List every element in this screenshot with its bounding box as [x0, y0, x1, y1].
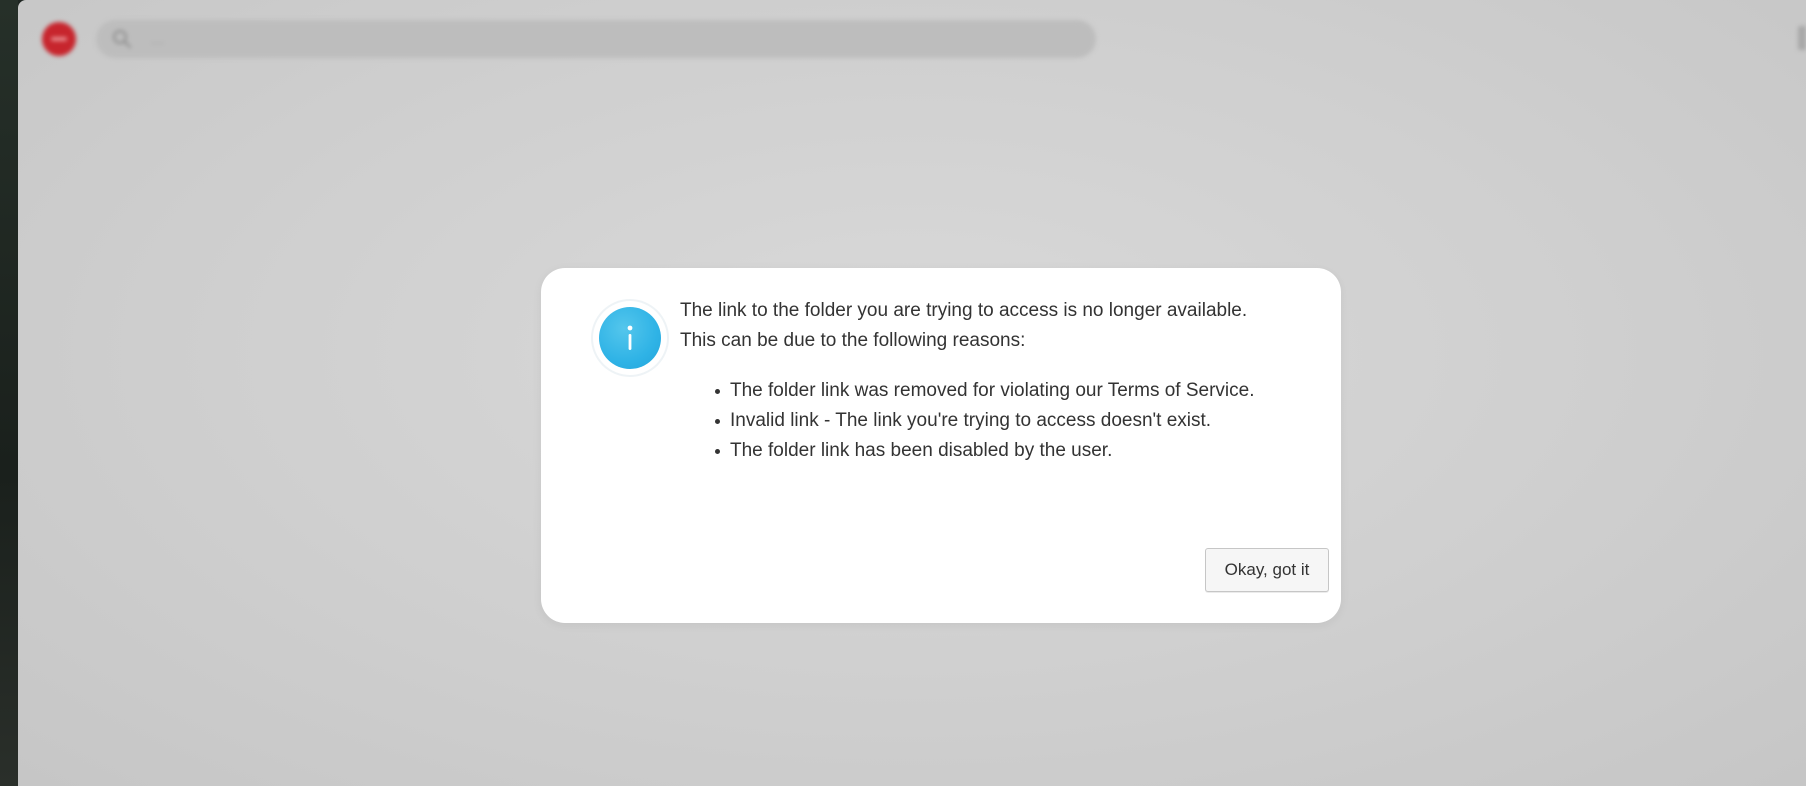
search-placeholder: …	[150, 31, 165, 48]
desktop-edge	[0, 0, 18, 786]
blurred-topbar: …	[18, 0, 1806, 76]
dialog-message: The link to the folder you are trying to…	[680, 300, 1248, 351]
brand-logo-icon[interactable]	[42, 22, 76, 56]
info-icon	[599, 307, 661, 369]
app-window: … The link to the folder you are trying …	[18, 0, 1806, 786]
reason-item: Invalid link - The link you're trying to…	[715, 406, 1280, 436]
search-bar[interactable]: …	[96, 20, 1096, 58]
dialog-body: The link to the folder you are trying to…	[680, 296, 1280, 466]
menu-icon[interactable]	[1798, 26, 1806, 50]
reasons-list: The folder link was removed for violatin…	[680, 376, 1280, 466]
okay-got-it-button[interactable]: Okay, got it	[1205, 548, 1329, 592]
info-icon-ring	[593, 301, 667, 375]
link-unavailable-dialog: The link to the folder you are trying to…	[541, 268, 1341, 623]
reason-item: The folder link has been disabled by the…	[715, 436, 1280, 466]
search-icon	[112, 29, 132, 49]
reason-item: The folder link was removed for violatin…	[715, 376, 1280, 406]
